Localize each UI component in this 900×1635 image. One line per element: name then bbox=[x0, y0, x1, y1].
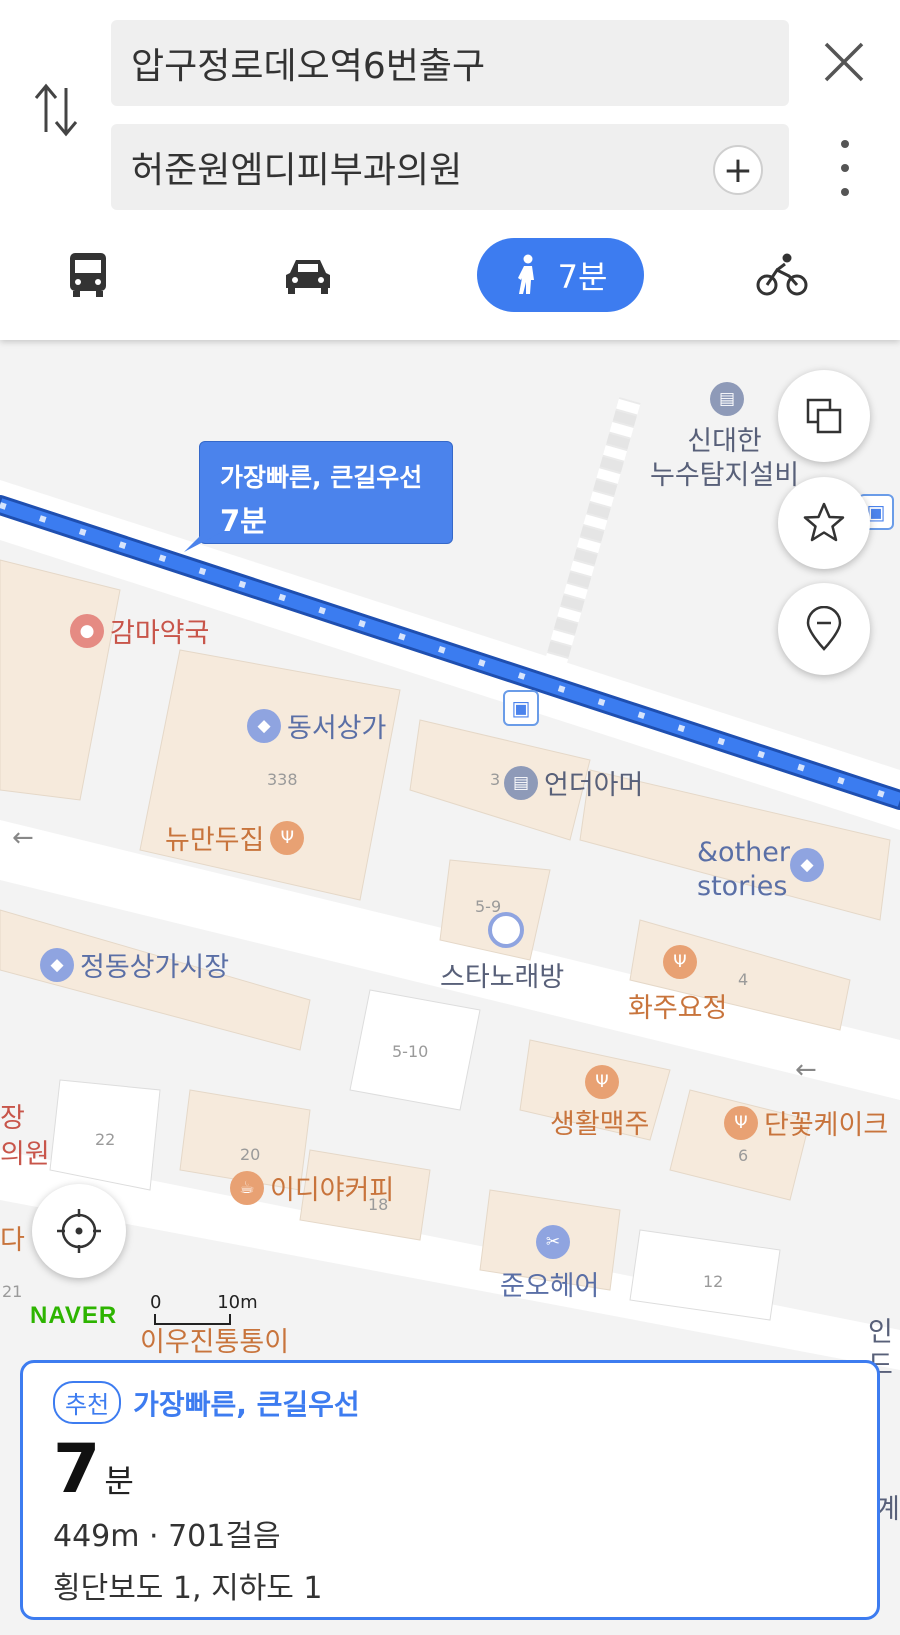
recommended-badge: 추천 bbox=[53, 1381, 122, 1424]
mode-bike-tab[interactable] bbox=[754, 238, 810, 312]
poi-gamma-pharmacy[interactable]: ● 감마약국 bbox=[70, 611, 209, 650]
route-label[interactable]: 가장빠른, 큰길우선 7분 bbox=[199, 441, 453, 544]
close-button[interactable] bbox=[820, 38, 868, 86]
poi-shindaehan[interactable]: 신대한 누수탐지설비 bbox=[650, 425, 799, 493]
shopping-bag-icon: ◆ bbox=[790, 848, 824, 882]
remove-pin-button[interactable] bbox=[778, 583, 870, 675]
building-number: 22 bbox=[95, 1130, 116, 1149]
building-icon: ▤ bbox=[710, 382, 744, 416]
coffee-cup-icon: ☕ bbox=[230, 1170, 264, 1205]
building-number: 3 bbox=[490, 770, 501, 789]
more-options-button[interactable] bbox=[830, 140, 860, 196]
restaurant-icon: Ψ bbox=[585, 1065, 619, 1099]
car-icon bbox=[286, 260, 330, 294]
building-number: 12 bbox=[703, 1272, 724, 1291]
dot bbox=[841, 188, 849, 196]
poi-dongseo-mall[interactable]: ◆ 동서상가 bbox=[247, 706, 386, 745]
swap-arrows-icon bbox=[34, 83, 78, 137]
poi-other-stories[interactable]: &other stories bbox=[697, 836, 790, 904]
building-number: 338 bbox=[267, 770, 298, 789]
current-location-button[interactable] bbox=[32, 1184, 126, 1278]
favorite-button[interactable] bbox=[778, 477, 870, 569]
poi-left-partial[interactable]: 다 bbox=[0, 1218, 25, 1257]
bus-stop-icon[interactable]: ▣ bbox=[503, 690, 539, 726]
bicycle-icon bbox=[756, 253, 808, 296]
poi-junoh-hair[interactable]: 준오헤어 bbox=[500, 1264, 599, 1303]
pill-icon: ● bbox=[70, 613, 104, 648]
origin-input[interactable]: 압구정로데오역6번출구 bbox=[111, 20, 789, 106]
scale-bar: 0 10m bbox=[150, 1292, 258, 1325]
callout-tail bbox=[184, 532, 222, 552]
building-number: 5-10 bbox=[392, 1042, 429, 1061]
poi-saenghwal-maekju[interactable]: 생활맥주 bbox=[550, 1102, 649, 1141]
restaurant-icon: Ψ bbox=[270, 820, 305, 855]
destination-input[interactable]: 허준원엠디피부과의원 + bbox=[111, 124, 789, 210]
building-number: 18 bbox=[368, 1195, 389, 1214]
poi-left-partial[interactable]: 장 bbox=[0, 1096, 25, 1135]
dot bbox=[841, 164, 849, 172]
poi-jeongdong-market[interactable]: ◆ 정동상가시장 bbox=[40, 945, 229, 984]
mode-walk-tab[interactable]: 7분 bbox=[477, 238, 644, 312]
swap-button[interactable] bbox=[32, 80, 80, 140]
basket-icon: ◆ bbox=[40, 947, 74, 982]
scissors-icon: ✂ bbox=[536, 1225, 570, 1259]
layers-icon bbox=[806, 398, 842, 434]
shopping-bag-icon: ◆ bbox=[247, 708, 281, 743]
dot bbox=[841, 140, 849, 148]
plus-icon: + bbox=[722, 149, 754, 191]
route-title: 가장빠른, 큰길우선 bbox=[133, 1387, 360, 1421]
restaurant-icon: Ψ bbox=[663, 945, 697, 979]
poi-hwaju-yojeong[interactable]: 화주요정 bbox=[628, 986, 727, 1025]
svg-text:←: ← bbox=[795, 1055, 817, 1085]
layers-button[interactable] bbox=[778, 370, 870, 462]
bus-icon bbox=[70, 253, 106, 297]
route-search-panel: 압구정로데오역6번출구 허준원엠디피부과의원 + 7분 bbox=[0, 0, 900, 340]
building-number: 4 bbox=[738, 970, 749, 989]
noraebang-pin-icon bbox=[488, 912, 524, 948]
naver-logo: NAVER bbox=[30, 1302, 118, 1329]
mode-car-tab[interactable] bbox=[280, 238, 336, 312]
restaurant-icon: Ψ bbox=[724, 1105, 758, 1140]
building-icon: ▤ bbox=[504, 765, 538, 800]
route-distance: 449m · 701걸음 bbox=[53, 1519, 281, 1554]
route-duration: 7 분 bbox=[53, 1430, 134, 1509]
route-crossings: 횡단보도 1, 지하도 1 bbox=[53, 1571, 323, 1606]
building-number: 21 bbox=[2, 1282, 23, 1301]
crosshair-icon bbox=[57, 1209, 101, 1253]
mode-transit-tab[interactable] bbox=[60, 238, 116, 312]
star-icon bbox=[803, 502, 845, 542]
scale-line bbox=[154, 1314, 231, 1325]
poi-dankkot-cake[interactable]: Ψ 단꽃케이크 bbox=[724, 1103, 888, 1142]
poi-nyu-mandu[interactable]: 뉴만두집 Ψ bbox=[165, 818, 305, 857]
close-icon bbox=[824, 42, 864, 82]
poi-star-noraebang[interactable]: 스타노래방 bbox=[440, 955, 564, 994]
poi-under-armour[interactable]: ▤ 언더아머 bbox=[504, 763, 643, 802]
route-summary-card[interactable]: 추천 가장빠른, 큰길우선 7 분 449m · 701걸음 횡단보도 1, 지… bbox=[20, 1360, 880, 1620]
walking-person-icon bbox=[517, 254, 534, 294]
location-pin-minus-icon bbox=[806, 606, 842, 651]
poi-left-partial[interactable]: 의원 bbox=[0, 1132, 50, 1171]
building-number: 6 bbox=[738, 1146, 749, 1165]
building-number: 20 bbox=[240, 1145, 261, 1164]
svg-text:←: ← bbox=[12, 823, 34, 853]
add-waypoint-button[interactable]: + bbox=[713, 145, 763, 195]
